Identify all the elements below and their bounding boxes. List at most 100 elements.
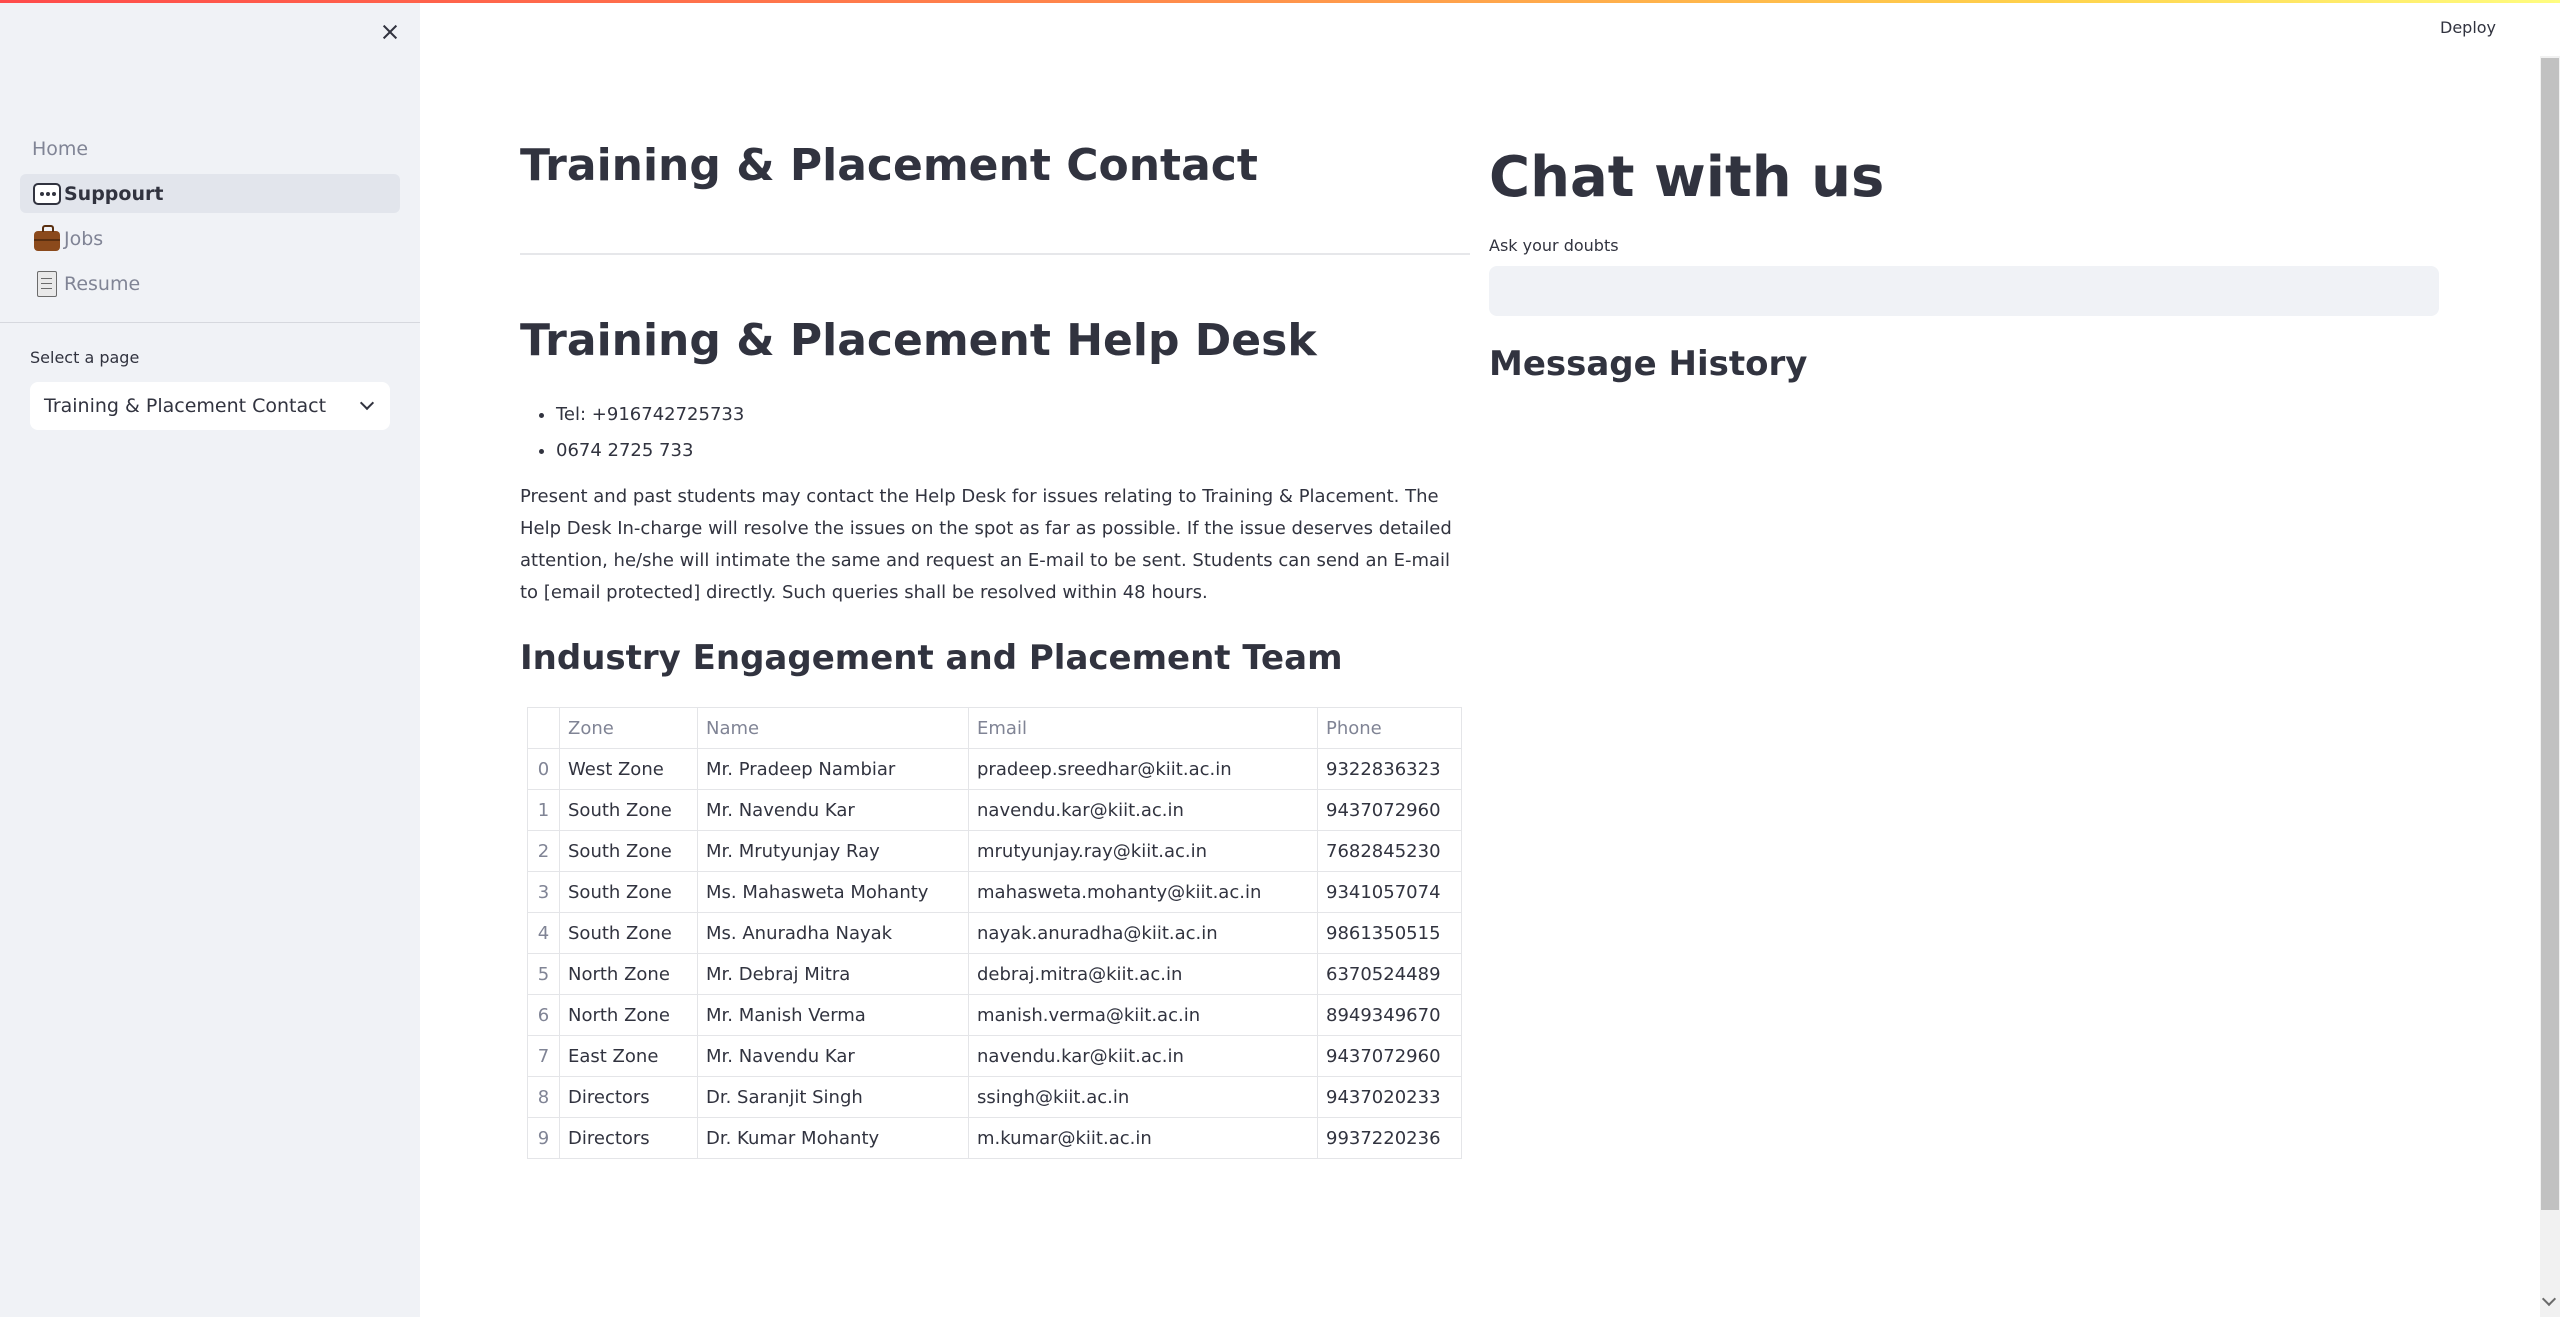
- document-icon: [32, 270, 62, 298]
- table-row[interactable]: 7 East Zone Mr. Navendu Kar navendu.kar@kii…: [527, 1035, 1462, 1077]
- cell-phone[interactable]: 9437020233: [1317, 1076, 1462, 1118]
- cell-name[interactable]: Dr. Kumar Mohanty: [697, 1117, 969, 1159]
- cell-email[interactable]: pradeep.sreedhar@kiit.ac.in: [968, 748, 1318, 790]
- cell-phone[interactable]: 7682845230: [1317, 830, 1462, 872]
- table-row[interactable]: 0 West Zone Mr. Pradeep Nambiar pradeep.sre…: [527, 748, 1462, 790]
- cell-zone[interactable]: South Zone: [559, 789, 698, 831]
- cell-index[interactable]: 9: [527, 1117, 560, 1159]
- sidebar: Home Suppourt Jobs Resume Select a page …: [0, 3, 420, 1317]
- cell-zone[interactable]: North Zone: [559, 953, 698, 995]
- sidebar-item-home[interactable]: Home: [20, 129, 400, 168]
- table-row[interactable]: 4 South Zone Ms. Anuradha Nayak nayak.anura…: [527, 912, 1462, 954]
- help-desk-description: Present and past students may contact th…: [520, 486, 1452, 603]
- cell-phone[interactable]: 9861350515: [1317, 912, 1462, 954]
- cell-phone[interactable]: 6370524489: [1317, 953, 1462, 995]
- cell-name[interactable]: Mr. Manish Verma: [697, 994, 969, 1036]
- cell-index[interactable]: 3: [527, 871, 560, 913]
- divider: [520, 253, 1470, 255]
- scrollbar-thumb[interactable]: [2541, 58, 2559, 1210]
- cell-name[interactable]: Mr. Navendu Kar: [697, 1035, 969, 1077]
- ask-doubts-input[interactable]: [1489, 266, 2439, 316]
- chevron-down-icon: [359, 395, 375, 411]
- column-header-phone[interactable]: Phone: [1317, 707, 1462, 749]
- cell-zone[interactable]: North Zone: [559, 994, 698, 1036]
- cell-email[interactable]: navendu.kar@kiit.ac.in: [968, 1035, 1318, 1077]
- cell-phone[interactable]: 9937220236: [1317, 1117, 1462, 1159]
- table-row[interactable]: 2 South Zone Mr. Mrutyunjay Ray mrutyunjay.…: [527, 830, 1462, 872]
- cell-index[interactable]: 5: [527, 953, 560, 995]
- cell-email[interactable]: m.kumar@kiit.ac.in: [968, 1117, 1318, 1159]
- sidebar-nav: Home Suppourt Jobs Resume: [20, 129, 400, 309]
- sidebar-divider: [0, 322, 420, 323]
- briefcase-icon: [32, 224, 62, 253]
- cell-email[interactable]: debraj.mitra@kiit.ac.in: [968, 953, 1318, 995]
- table-row[interactable]: 8 Directors Dr. Saranjit Singh ssingh@kiit.…: [527, 1076, 1462, 1118]
- sidebar-item-label: Suppourt: [64, 182, 164, 205]
- cell-email[interactable]: mahasweta.mohanty@kiit.ac.in: [968, 871, 1318, 913]
- list-item: 0674 2725 733: [556, 433, 744, 469]
- sidebar-item-resume[interactable]: Resume: [20, 264, 400, 303]
- column-header-index[interactable]: [527, 707, 560, 749]
- cell-name[interactable]: Dr. Saranjit Singh: [697, 1076, 969, 1118]
- page-select-value: Training & Placement Contact: [44, 395, 327, 417]
- page-title: Training & Placement Contact: [520, 140, 1258, 191]
- speech-balloon-icon: [32, 180, 62, 208]
- deploy-button[interactable]: Deploy: [2440, 18, 2496, 37]
- cell-name[interactable]: Ms. Mahasweta Mohanty: [697, 871, 969, 913]
- sidebar-item-label: Resume: [64, 272, 141, 295]
- close-sidebar-icon[interactable]: [378, 20, 402, 44]
- column-header-email[interactable]: Email: [968, 707, 1318, 749]
- table-row[interactable]: 9 Directors Dr. Kumar Mohanty m.kumar@kiit.…: [527, 1117, 1462, 1159]
- cell-phone[interactable]: 9322836323: [1317, 748, 1462, 790]
- table-row[interactable]: 6 North Zone Mr. Manish Verma manish.verma@…: [527, 994, 1462, 1036]
- cell-email[interactable]: manish.verma@kiit.ac.in: [968, 994, 1318, 1036]
- cell-zone[interactable]: South Zone: [559, 912, 698, 954]
- cell-index[interactable]: 1: [527, 789, 560, 831]
- cell-name[interactable]: Ms. Anuradha Nayak: [697, 912, 969, 954]
- table-header-row: Zone Name Email Phone: [527, 707, 1462, 749]
- ask-input-label: Ask your doubts: [1489, 236, 1619, 255]
- sidebar-item-label: Home: [32, 137, 89, 160]
- cell-index[interactable]: 2: [527, 830, 560, 872]
- cell-name[interactable]: Mr. Navendu Kar: [697, 789, 969, 831]
- cell-name[interactable]: Mr. Pradeep Nambiar: [697, 748, 969, 790]
- cell-phone[interactable]: 8949349670: [1317, 994, 1462, 1036]
- cell-email[interactable]: navendu.kar@kiit.ac.in: [968, 789, 1318, 831]
- page-select[interactable]: Training & Placement Contact: [30, 382, 390, 430]
- column-header-name[interactable]: Name: [697, 707, 969, 749]
- message-history-heading: Message History: [1489, 344, 1808, 384]
- sidebar-item-jobs[interactable]: Jobs: [20, 219, 400, 258]
- cell-zone[interactable]: Directors: [559, 1117, 698, 1159]
- column-header-zone[interactable]: Zone: [559, 707, 698, 749]
- help-desk-heading: Training & Placement Help Desk: [520, 315, 1317, 366]
- table-row[interactable]: 3 South Zone Ms. Mahasweta Mohanty mahaswet…: [527, 871, 1462, 913]
- cell-index[interactable]: 7: [527, 1035, 560, 1077]
- placement-team-table[interactable]: Zone Name Email Phone 0 West Zone Mr. Prad…: [527, 707, 1462, 1159]
- list-item: Tel: +916742725733: [556, 397, 744, 433]
- table-row[interactable]: 1 South Zone Mr. Navendu Kar navendu.kar@ki…: [527, 789, 1462, 831]
- cell-index[interactable]: 4: [527, 912, 560, 954]
- cell-phone[interactable]: 9437072960: [1317, 1035, 1462, 1077]
- page-select-label: Select a page: [30, 348, 140, 367]
- cell-index[interactable]: 6: [527, 994, 560, 1036]
- cell-zone[interactable]: South Zone: [559, 830, 698, 872]
- cell-zone[interactable]: East Zone: [559, 1035, 698, 1077]
- cell-email[interactable]: ssingh@kiit.ac.in: [968, 1076, 1318, 1118]
- cell-phone[interactable]: 9341057074: [1317, 871, 1462, 913]
- team-heading: Industry Engagement and Placement Team: [520, 638, 1343, 678]
- cell-email[interactable]: nayak.anuradha@kiit.ac.in: [968, 912, 1318, 954]
- contact-list: Tel: +916742725733 0674 2725 733: [556, 397, 744, 469]
- table-row[interactable]: 5 North Zone Mr. Debraj Mitra debraj.mitra@…: [527, 953, 1462, 995]
- sidebar-item-suppourt[interactable]: Suppourt: [20, 174, 400, 213]
- cell-name[interactable]: Mr. Debraj Mitra: [697, 953, 969, 995]
- sidebar-item-label: Jobs: [64, 227, 104, 250]
- cell-email[interactable]: mrutyunjay.ray@kiit.ac.in: [968, 830, 1318, 872]
- cell-zone[interactable]: West Zone: [559, 748, 698, 790]
- chat-title: Chat with us: [1489, 145, 1885, 210]
- cell-phone[interactable]: 9437072960: [1317, 789, 1462, 831]
- cell-index[interactable]: 8: [527, 1076, 560, 1118]
- cell-zone[interactable]: Directors: [559, 1076, 698, 1118]
- cell-name[interactable]: Mr. Mrutyunjay Ray: [697, 830, 969, 872]
- cell-zone[interactable]: South Zone: [559, 871, 698, 913]
- cell-index[interactable]: 0: [527, 748, 560, 790]
